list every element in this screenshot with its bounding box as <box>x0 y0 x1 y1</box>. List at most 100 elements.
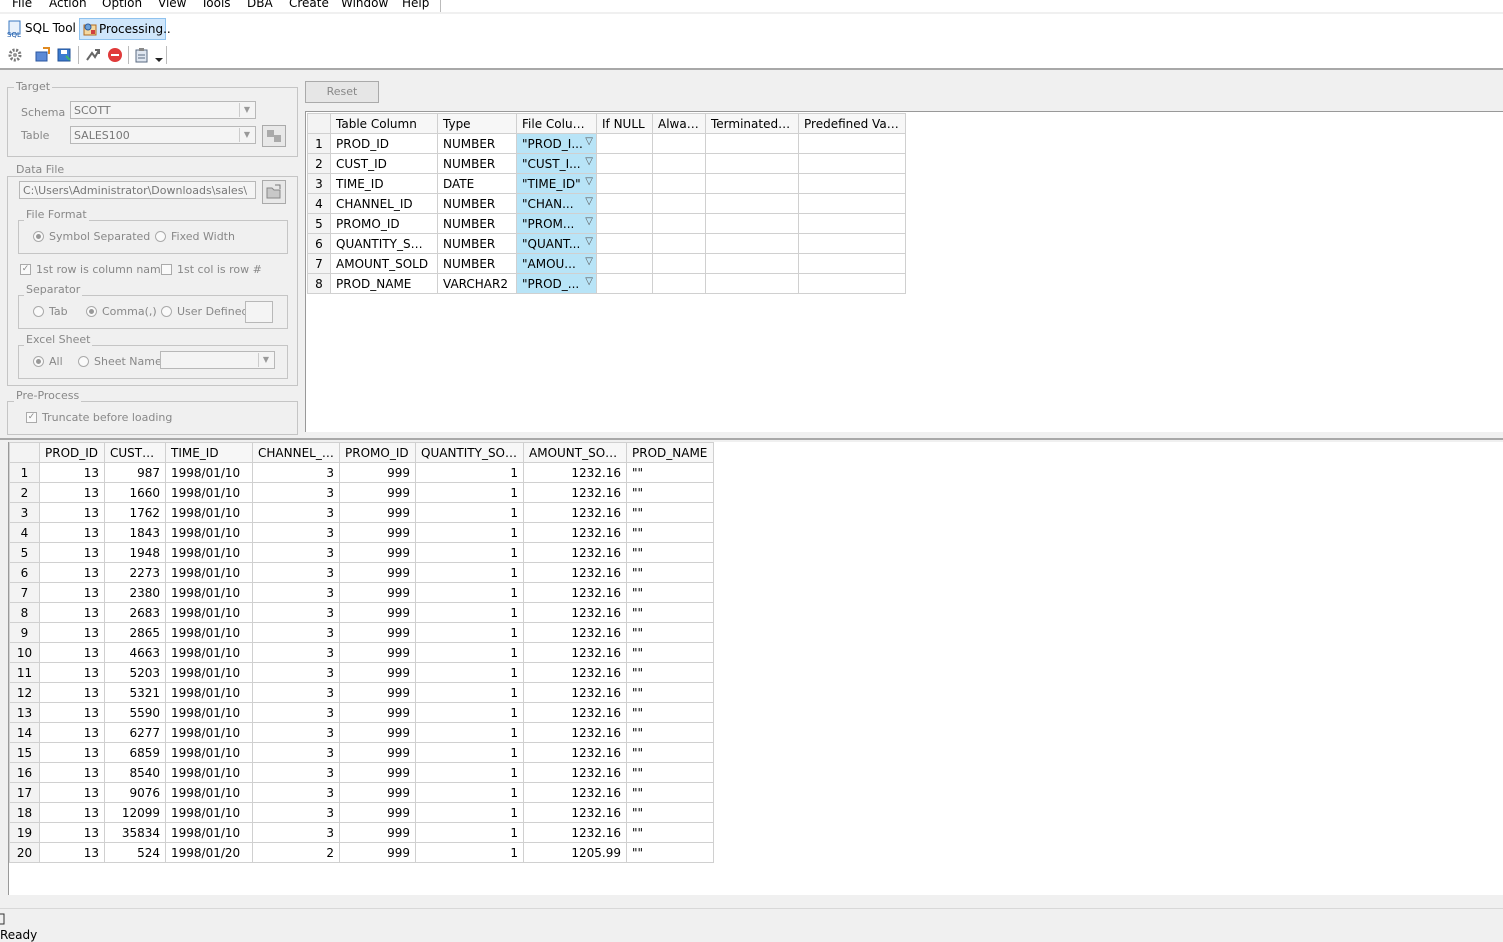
amount-sold-cell[interactable]: 1232.16 <box>523 742 627 763</box>
file-column-cell[interactable]: "PROM... ▽ <box>516 213 597 234</box>
channel-id-cell[interactable]: 3 <box>252 682 340 703</box>
prod-id-cell[interactable]: 13 <box>39 582 105 603</box>
table-row[interactable]: 6 13 2273 1998/01/10 3 999 1 1232.16 "" <box>9 562 714 583</box>
dropdown-icon[interactable]: ▽ <box>585 156 593 167</box>
cust-id-cell[interactable]: 1762 <box>104 502 166 523</box>
amount-sold-cell[interactable]: 1232.16 <box>523 482 627 503</box>
file-column-cell[interactable]: "AMOU... ▽ <box>516 253 597 274</box>
sheet-name-radio[interactable] <box>78 356 89 367</box>
time-id-cell[interactable]: 1998/01/10 <box>165 742 253 763</box>
predefined-value-cell[interactable] <box>798 133 906 154</box>
amount-sold-cell[interactable]: 1232.16 <box>523 622 627 643</box>
dropdown-icon[interactable]: ▽ <box>585 196 593 207</box>
prod-id-cell[interactable]: 13 <box>39 562 105 583</box>
table-row[interactable]: 8 13 2683 1998/01/10 3 999 1 1232.16 "" <box>9 602 714 623</box>
promo-id-cell[interactable]: 999 <box>339 722 416 743</box>
predefined-value-cell[interactable] <box>798 193 906 214</box>
time-id-cell[interactable]: 1998/01/10 <box>165 702 253 723</box>
table-column-cell[interactable]: QUANTITY_SOLD <box>330 233 438 254</box>
terminated-by-cell[interactable] <box>705 173 799 194</box>
prod-id-cell[interactable]: 13 <box>39 542 105 563</box>
type-cell[interactable]: NUMBER <box>437 213 517 234</box>
prod-id-cell[interactable]: 13 <box>39 522 105 543</box>
mapping-row[interactable]: 4 CHANNEL_ID NUMBER "CHAN... ▽ <box>307 193 906 214</box>
type-cell[interactable]: VARCHAR2 <box>437 273 517 294</box>
if-null-cell[interactable] <box>596 193 653 214</box>
cust-id-cell[interactable]: 35834 <box>104 822 166 843</box>
promo-id-cell[interactable]: 999 <box>339 842 416 863</box>
type-cell[interactable]: DATE <box>437 173 517 194</box>
prod-id-cell[interactable]: 13 <box>39 722 105 743</box>
table-row[interactable]: 10 13 4663 1998/01/10 3 999 1 1232.16 "" <box>9 642 714 663</box>
fixed-width-radio[interactable] <box>155 231 166 242</box>
channel-id-cell[interactable]: 3 <box>252 582 340 603</box>
type-cell[interactable]: NUMBER <box>437 253 517 274</box>
if-null-cell[interactable] <box>596 253 653 274</box>
table-column-cell[interactable]: TIME_ID <box>330 173 438 194</box>
quantity-sold-cell[interactable]: 1 <box>415 662 524 683</box>
dropdown-icon[interactable]: ▽ <box>585 136 593 147</box>
cust-id-cell[interactable]: 12099 <box>104 802 166 823</box>
channel-id-cell[interactable]: 3 <box>252 702 340 723</box>
type-cell[interactable]: NUMBER <box>437 133 517 154</box>
settings-gear-icon[interactable] <box>7 47 23 63</box>
predefined-value-cell[interactable] <box>798 153 906 174</box>
prod-id-cell[interactable]: 13 <box>39 622 105 643</box>
table-row[interactable]: 17 13 9076 1998/01/10 3 999 1 1232.16 "" <box>9 782 714 803</box>
promo-id-cell[interactable]: 999 <box>339 542 416 563</box>
file-column-header[interactable]: File Column <box>516 113 597 134</box>
promo-id-cell[interactable]: 999 <box>339 582 416 603</box>
always-cell[interactable] <box>652 153 706 174</box>
menu-option[interactable]: Option <box>102 0 142 11</box>
table-row[interactable]: 3 13 1762 1998/01/10 3 999 1 1232.16 "" <box>9 502 714 523</box>
mapping-row[interactable]: 2 CUST_ID NUMBER "CUST_I... ▽ <box>307 153 906 174</box>
predefined-value-cell[interactable] <box>798 273 906 294</box>
prod-name-cell[interactable]: "" <box>626 762 714 783</box>
amount-sold-cell[interactable]: 1232.16 <box>523 562 627 583</box>
prod-name-cell[interactable]: "" <box>626 582 714 603</box>
terminated-by-cell[interactable] <box>705 153 799 174</box>
menu-view[interactable]: View <box>158 0 186 11</box>
clipboard-icon[interactable] <box>134 47 150 63</box>
datafile-browse-button[interactable] <box>262 180 286 204</box>
mapping-row[interactable]: 5 PROMO_ID NUMBER "PROM... ▽ <box>307 213 906 234</box>
table-row[interactable]: 4 13 1843 1998/01/10 3 999 1 1232.16 "" <box>9 522 714 543</box>
schema-combo[interactable]: SCOTT ▼ <box>70 101 256 119</box>
menu-dba[interactable]: DBA <box>247 0 273 11</box>
prod-id-cell[interactable]: 13 <box>39 602 105 623</box>
table-row[interactable]: 5 13 1948 1998/01/10 3 999 1 1232.16 "" <box>9 542 714 563</box>
prod-id-cell[interactable]: 13 <box>39 462 105 483</box>
comma-separator-radio[interactable] <box>86 306 97 317</box>
prod-id-cell[interactable]: 13 <box>39 802 105 823</box>
promo-id-cell[interactable]: 999 <box>339 802 416 823</box>
channel-id-cell[interactable]: 3 <box>252 482 340 503</box>
prod-id-header[interactable]: PROD_ID <box>39 442 105 463</box>
prod-name-cell[interactable]: "" <box>626 802 714 823</box>
file-column-cell[interactable]: "CHAN... ▽ <box>516 193 597 214</box>
prod-name-cell[interactable]: "" <box>626 682 714 703</box>
cust-id-cell[interactable]: 4663 <box>104 642 166 663</box>
prod-name-cell[interactable]: "" <box>626 662 714 683</box>
mapping-row[interactable]: 6 QUANTITY_SOLD NUMBER "QUANT... ▽ <box>307 233 906 254</box>
table-row[interactable]: 1 13 987 1998/01/10 3 999 1 1232.16 "" <box>9 462 714 483</box>
promo-id-cell[interactable]: 999 <box>339 702 416 723</box>
time-id-header[interactable]: TIME_ID <box>165 442 253 463</box>
prod-name-cell[interactable]: "" <box>626 842 714 863</box>
time-id-cell[interactable]: 1998/01/10 <box>165 542 253 563</box>
amount-sold-cell[interactable]: 1232.16 <box>523 582 627 603</box>
prod-name-cell[interactable]: "" <box>626 462 714 483</box>
amount-sold-cell[interactable]: 1232.16 <box>523 522 627 543</box>
time-id-cell[interactable]: 1998/01/10 <box>165 722 253 743</box>
promo-id-cell[interactable]: 999 <box>339 742 416 763</box>
time-id-cell[interactable]: 1998/01/10 <box>165 522 253 543</box>
amount-sold-cell[interactable]: 1232.16 <box>523 722 627 743</box>
user-defined-radio[interactable] <box>161 306 172 317</box>
quantity-sold-cell[interactable]: 1 <box>415 602 524 623</box>
amount-sold-header[interactable]: AMOUNT_SOLD <box>523 442 627 463</box>
tab-processing[interactable]: Processing.. <box>79 18 171 40</box>
table-row[interactable]: 15 13 6859 1998/01/10 3 999 1 1232.16 "" <box>9 742 714 763</box>
time-id-cell[interactable]: 1998/01/10 <box>165 562 253 583</box>
table-row[interactable]: 9 13 2865 1998/01/10 3 999 1 1232.16 "" <box>9 622 714 643</box>
terminated-by-cell[interactable] <box>705 253 799 274</box>
truncate-checkbox[interactable]: ✓ <box>26 412 37 423</box>
